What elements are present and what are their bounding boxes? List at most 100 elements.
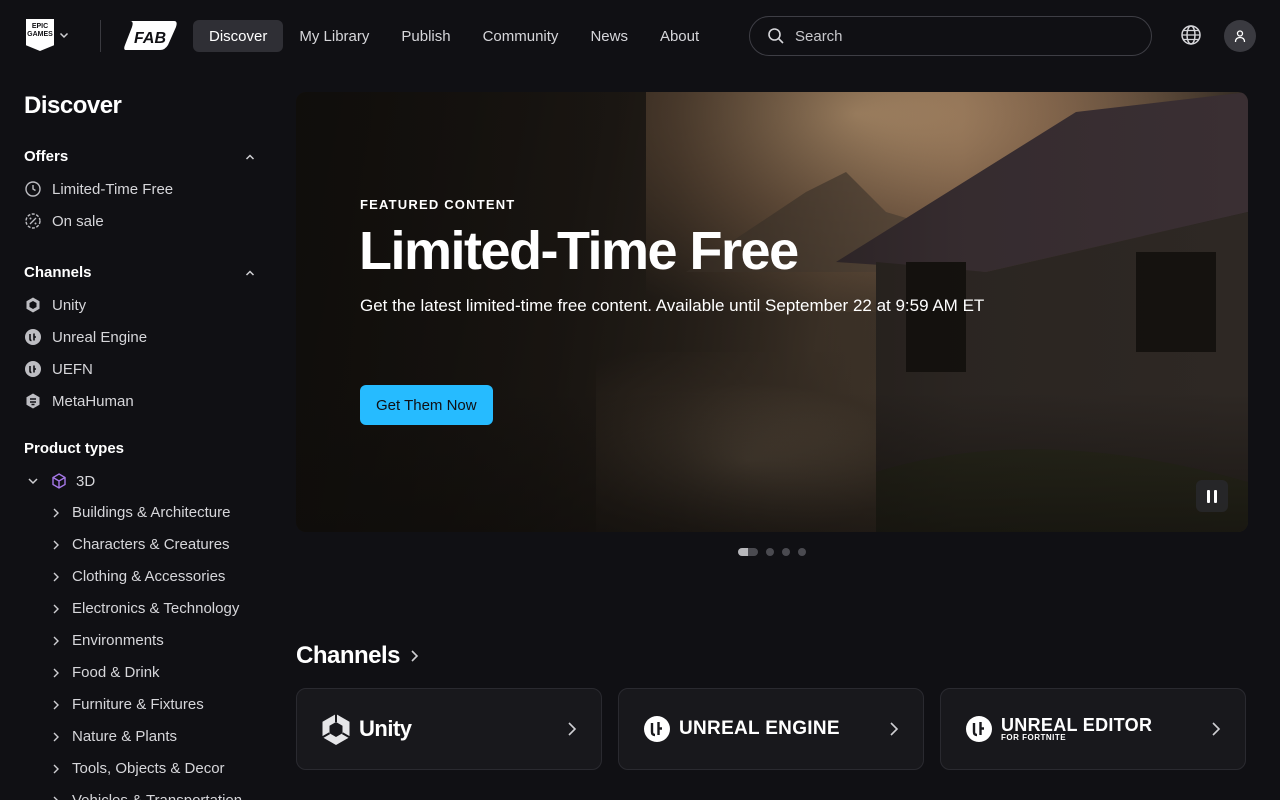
header-divider <box>100 20 101 52</box>
uefn-card-sublabel: FOR FORTNITE <box>1001 733 1067 742</box>
hero-description: Get the latest limited-time free content… <box>360 296 985 315</box>
sidebar-item-label: Environments <box>72 632 164 649</box>
chevron-right-icon <box>890 722 899 736</box>
chevron-right-icon <box>568 722 577 736</box>
search-placeholder: Search <box>795 27 843 45</box>
sidebar-item-environments[interactable]: Environments <box>52 632 164 649</box>
top-navigation-bar: EPIC GAMES FAB Discover My Library Publi… <box>0 0 1280 72</box>
sidebar-item-label: Buildings & Architecture <box>72 504 231 521</box>
sidebar: Discover Offers Limited-Time Free On sal… <box>0 72 272 800</box>
get-them-now-button[interactable]: Get Them Now <box>360 385 493 425</box>
uefn-logo: UNREAL EDITOR FOR FORTNITE <box>965 715 1152 743</box>
sidebar-title: Discover <box>24 92 122 119</box>
channel-card-uefn[interactable]: UNREAL EDITOR FOR FORTNITE <box>940 688 1246 770</box>
nav-community[interactable]: Community <box>467 20 575 52</box>
search-input[interactable]: Search <box>749 16 1152 56</box>
channel-card-unity[interactable]: Unity <box>296 688 602 770</box>
nav-my-library[interactable]: My Library <box>283 20 385 52</box>
channels-heading: Channels <box>24 264 92 281</box>
chevron-up-icon <box>245 269 255 276</box>
sidebar-item-label: UEFN <box>52 360 93 378</box>
sidebar-item-on-sale[interactable]: On sale <box>24 212 104 230</box>
chevron-right-icon <box>53 508 59 517</box>
chevron-right-icon <box>53 732 59 741</box>
sidebar-item-unreal-engine[interactable]: Unreal Engine <box>24 328 147 346</box>
carousel-dot[interactable] <box>738 548 758 556</box>
avatar[interactable] <box>1224 20 1256 52</box>
sidebar-item-label: Tools, Objects & Decor <box>72 760 225 777</box>
pause-button[interactable] <box>1196 480 1228 512</box>
chevron-right-icon <box>53 572 59 581</box>
product-types-section-header: Product types <box>24 440 256 457</box>
unreal-icon <box>644 716 670 742</box>
sidebar-item-uefn[interactable]: UEFN <box>24 360 93 378</box>
sidebar-item-label: Vehicles & Transportation <box>72 792 242 800</box>
offers-section-header[interactable]: Offers <box>24 148 256 165</box>
metahuman-icon <box>24 392 42 410</box>
channels-section-title[interactable]: Channels <box>296 642 420 670</box>
sidebar-item-tools[interactable]: Tools, Objects & Decor <box>52 760 225 777</box>
unity-icon <box>322 714 350 745</box>
sidebar-item-clothing[interactable]: Clothing & Accessories <box>52 568 225 585</box>
sale-badge-icon <box>24 212 42 230</box>
unreal-engine-logo: UNREAL ENGINE <box>643 715 840 743</box>
offers-heading: Offers <box>24 148 69 165</box>
chevron-right-icon <box>53 604 59 613</box>
channel-card-unreal-engine[interactable]: UNREAL ENGINE <box>618 688 924 770</box>
sidebar-item-label: MetaHuman <box>52 392 134 410</box>
chevron-right-icon <box>411 650 419 662</box>
sidebar-item-buildings[interactable]: Buildings & Architecture <box>52 504 230 521</box>
chevron-right-icon <box>53 540 59 549</box>
main-nav: Discover My Library Publish Community Ne… <box>193 20 715 52</box>
carousel-dot[interactable] <box>782 548 790 556</box>
chevron-right-icon <box>53 764 59 773</box>
pause-icon <box>1207 489 1210 503</box>
svg-text:FAB: FAB <box>134 30 166 47</box>
sidebar-item-label: Nature & Plants <box>72 728 178 745</box>
sidebar-item-furniture[interactable]: Furniture & Fixtures <box>52 696 204 713</box>
sidebar-item-vehicles[interactable]: Vehicles & Transportation <box>52 792 242 800</box>
user-icon <box>1234 30 1246 43</box>
uefn-icon <box>24 360 42 378</box>
hero-eyebrow: FEATURED CONTENT <box>360 197 516 212</box>
uefn-card-label: UNREAL EDITOR <box>1001 715 1153 735</box>
chevron-right-icon <box>53 668 59 677</box>
globe-icon[interactable] <box>1180 24 1202 46</box>
sidebar-item-electronics[interactable]: Electronics & Technology <box>52 600 239 617</box>
sidebar-item-food[interactable]: Food & Drink <box>52 664 160 681</box>
nav-about[interactable]: About <box>644 20 715 52</box>
nav-discover[interactable]: Discover <box>193 20 284 52</box>
sidebar-item-nature[interactable]: Nature & Plants <box>52 728 177 745</box>
chevron-right-icon <box>53 636 59 645</box>
chevron-down-icon[interactable] <box>58 29 70 41</box>
featured-hero-banner[interactable]: FEATURED CONTENT Limited-Time Free Get t… <box>296 92 1248 532</box>
chevron-right-icon <box>53 700 59 709</box>
sidebar-item-unity[interactable]: Unity <box>24 296 86 314</box>
unreal-icon <box>966 716 992 742</box>
pause-icon-bar <box>1214 489 1217 503</box>
unreal-icon <box>24 328 42 346</box>
product-types-heading: Product types <box>24 440 125 457</box>
carousel-dot[interactable] <box>766 548 774 556</box>
unity-logo: Unity <box>321 713 412 745</box>
hero-title: Limited-Time Free <box>359 221 799 281</box>
chevron-down-icon[interactable] <box>24 472 42 490</box>
fab-logo[interactable]: FAB <box>124 19 178 52</box>
sidebar-item-label: 3D <box>76 472 96 490</box>
sidebar-item-label: Furniture & Fixtures <box>72 696 204 713</box>
chevron-right-icon <box>1212 722 1221 736</box>
epic-games-logo[interactable]: EPIC GAMES <box>26 19 54 51</box>
nav-news[interactable]: News <box>574 20 644 52</box>
sidebar-item-metahuman[interactable]: MetaHuman <box>24 392 134 410</box>
nav-publish[interactable]: Publish <box>385 20 466 52</box>
chevron-right-icon <box>53 796 59 800</box>
cube-icon <box>50 472 68 490</box>
sidebar-item-limited-time-free[interactable]: Limited-Time Free <box>24 180 173 198</box>
sidebar-item-label: Clothing & Accessories <box>72 568 226 585</box>
carousel-dot[interactable] <box>798 548 806 556</box>
channels-section-header[interactable]: Channels <box>24 264 256 281</box>
sidebar-item-characters[interactable]: Characters & Creatures <box>52 536 230 553</box>
sidebar-item-label: Food & Drink <box>72 664 160 681</box>
search-icon <box>768 28 784 44</box>
sidebar-item-3d[interactable]: 3D <box>24 472 95 490</box>
